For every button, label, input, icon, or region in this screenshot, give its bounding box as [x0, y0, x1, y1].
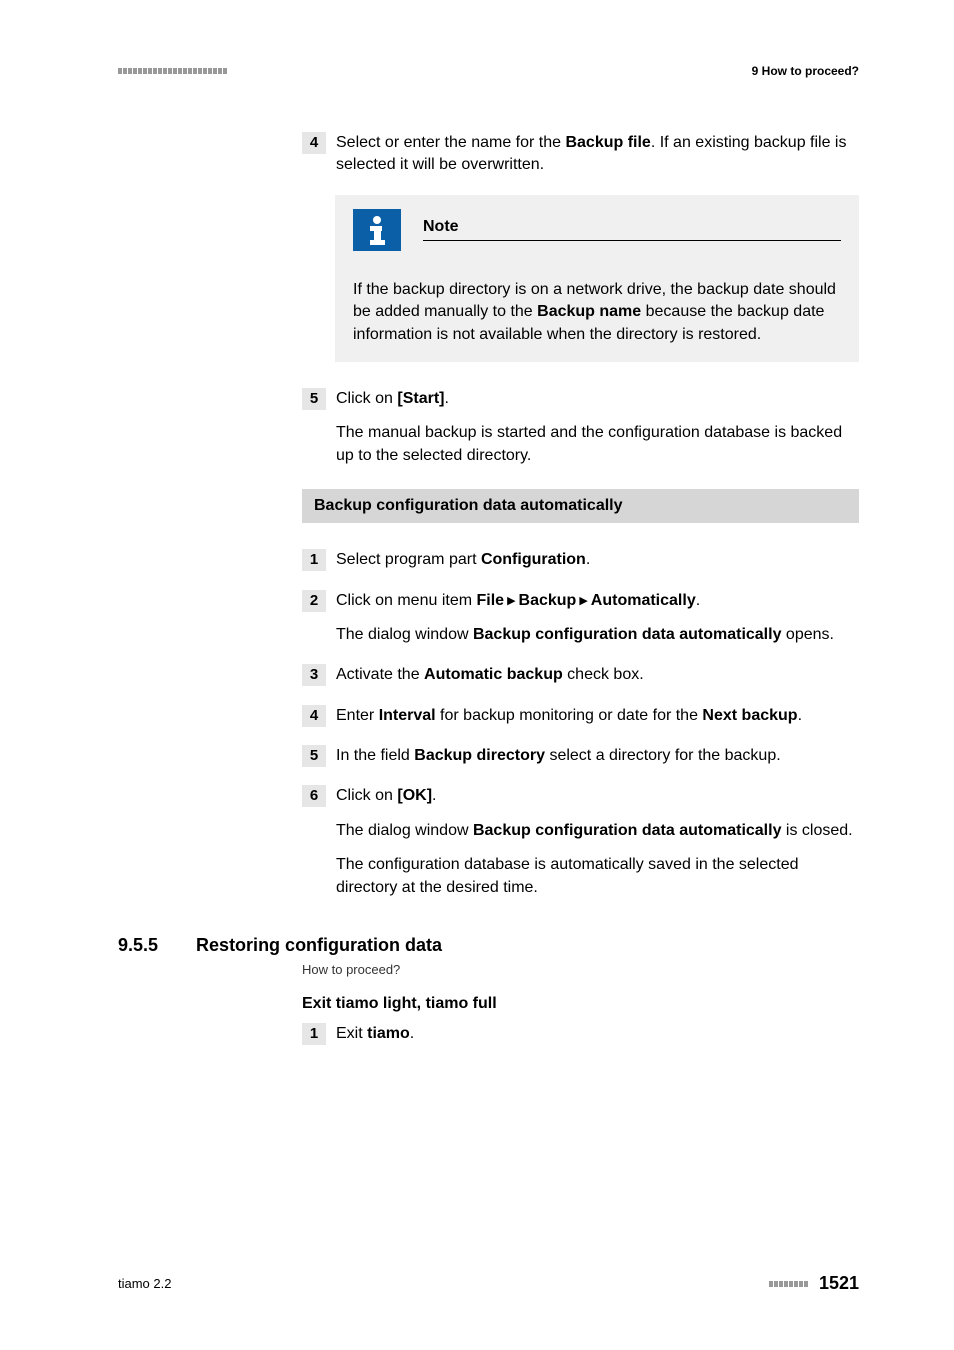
triangle-icon: ▶: [579, 594, 587, 609]
text-run: The dialog window: [336, 822, 473, 839]
step-number: 5: [302, 388, 326, 410]
text-run: is closed.: [781, 822, 852, 839]
page-number: 1521: [819, 1273, 859, 1294]
content-area: 4 Select or enter the name for the Backu…: [302, 132, 859, 899]
text-run: The dialog window: [336, 626, 473, 643]
text-bold: Backup configuration data automatically: [473, 626, 782, 643]
section-heading-row: 9.5.5 Restoring configuration data: [118, 935, 859, 956]
text-run: In the field: [336, 747, 414, 764]
text-bold: Interval: [379, 707, 436, 724]
text-run: Select program part: [336, 551, 481, 568]
footer-product: tiamo 2.2: [118, 1276, 171, 1291]
text-run: .: [432, 787, 436, 804]
list-item: 5 Click on [Start]. The manual backup is…: [302, 388, 859, 467]
text-run: .: [410, 1025, 414, 1042]
step-text: Select program part Configuration.: [336, 549, 859, 571]
text-run: Exit: [336, 1025, 367, 1042]
step-number: 4: [302, 705, 326, 727]
text-run: select a directory for the backup.: [545, 747, 781, 764]
text-run: Click on: [336, 390, 397, 407]
text-run: for backup monitoring or date for the: [436, 707, 703, 724]
text-paragraph: The manual backup is started and the con…: [336, 422, 859, 467]
text-bold: Backup configuration data automatically: [473, 822, 782, 839]
text-bold: Backup name: [537, 303, 641, 320]
text-bold: Automatic backup: [424, 666, 563, 683]
menu-path: Automatically: [591, 592, 696, 609]
list-item: 4 Enter Interval for backup monitoring o…: [302, 705, 859, 727]
menu-path: File: [477, 592, 505, 609]
section-number: 9.5.5: [118, 935, 158, 956]
footer-decoration: [769, 1281, 809, 1287]
text-run: .: [798, 707, 802, 724]
menu-path: Backup: [519, 592, 577, 609]
text-bold: [OK]: [397, 787, 432, 804]
page-header: 9 How to proceed?: [118, 64, 859, 78]
procedure-subheading: Exit tiamo light, tiamo full: [302, 995, 859, 1013]
step-number: 5: [302, 745, 326, 767]
header-section-label: 9 How to proceed?: [752, 64, 859, 78]
step-number: 6: [302, 785, 326, 807]
list-item: 1 Exit tiamo.: [302, 1023, 859, 1045]
step-text: Click on [OK]. The dialog window Backup …: [336, 785, 859, 899]
step-text: Activate the Automatic backup check box.: [336, 664, 859, 686]
text-run: .: [444, 390, 448, 407]
info-icon: [353, 209, 401, 251]
step-number: 3: [302, 664, 326, 686]
text-bold: Backup file: [565, 134, 650, 151]
step-number: 1: [302, 549, 326, 571]
list-item: 4 Select or enter the name for the Backu…: [302, 132, 859, 177]
text-bold: Configuration: [481, 551, 586, 568]
note-title-row: Note: [423, 218, 841, 241]
page-container: 9 How to proceed? 4 Select or enter the …: [0, 0, 954, 1350]
text-run: check box.: [563, 666, 644, 683]
list-item: 5 In the field Backup directory select a…: [302, 745, 859, 767]
page-footer: tiamo 2.2 1521: [118, 1273, 859, 1294]
list-item: 1 Select program part Configuration.: [302, 549, 859, 571]
note-title: Note: [423, 218, 459, 235]
footer-right: 1521: [769, 1273, 859, 1294]
list-item: 6 Click on [OK]. The dialog window Backu…: [302, 785, 859, 899]
text-run: Click on menu item: [336, 592, 477, 609]
list-item: 3 Activate the Automatic backup check bo…: [302, 664, 859, 686]
procedure-heading: Backup configuration data automatically: [302, 489, 859, 523]
step-number: 4: [302, 132, 326, 154]
text-run: Activate the: [336, 666, 424, 683]
text-run: Select or enter the name for the: [336, 134, 565, 151]
content-area: Exit tiamo light, tiamo full 1 Exit tiam…: [302, 995, 859, 1045]
step-text: Enter Interval for backup monitoring or …: [336, 705, 859, 727]
step-number: 1: [302, 1023, 326, 1045]
text-run: .: [586, 551, 590, 568]
note-header: Note: [353, 209, 841, 251]
text-bold: Backup directory: [414, 747, 545, 764]
text-bold: tiamo: [367, 1025, 410, 1042]
text-run: opens.: [781, 626, 833, 643]
text-run: .: [696, 592, 700, 609]
section-title: Restoring configuration data: [196, 935, 442, 956]
text-bold: Next backup: [702, 707, 797, 724]
step-text: Click on menu item File▶Backup▶Automatic…: [336, 590, 859, 647]
step-text: Click on [Start]. The manual backup is s…: [336, 388, 859, 467]
note-callout: Note If the backup directory is on a net…: [335, 195, 859, 362]
text-bold: [Start]: [397, 390, 444, 407]
list-item: 2 Click on menu item File▶Backup▶Automat…: [302, 590, 859, 647]
text-run: Click on: [336, 787, 397, 804]
step-text: Exit tiamo.: [336, 1023, 859, 1045]
text-paragraph: The configuration database is automatica…: [336, 854, 859, 899]
step-text: Select or enter the name for the Backup …: [336, 132, 859, 177]
note-body: If the backup directory is on a network …: [353, 279, 841, 346]
header-decoration-left: [118, 68, 228, 74]
section-subtitle: How to proceed?: [302, 962, 859, 977]
step-number: 2: [302, 590, 326, 612]
step-text: In the field Backup directory select a d…: [336, 745, 859, 767]
triangle-icon: ▶: [507, 594, 515, 609]
text-run: Enter: [336, 707, 379, 724]
